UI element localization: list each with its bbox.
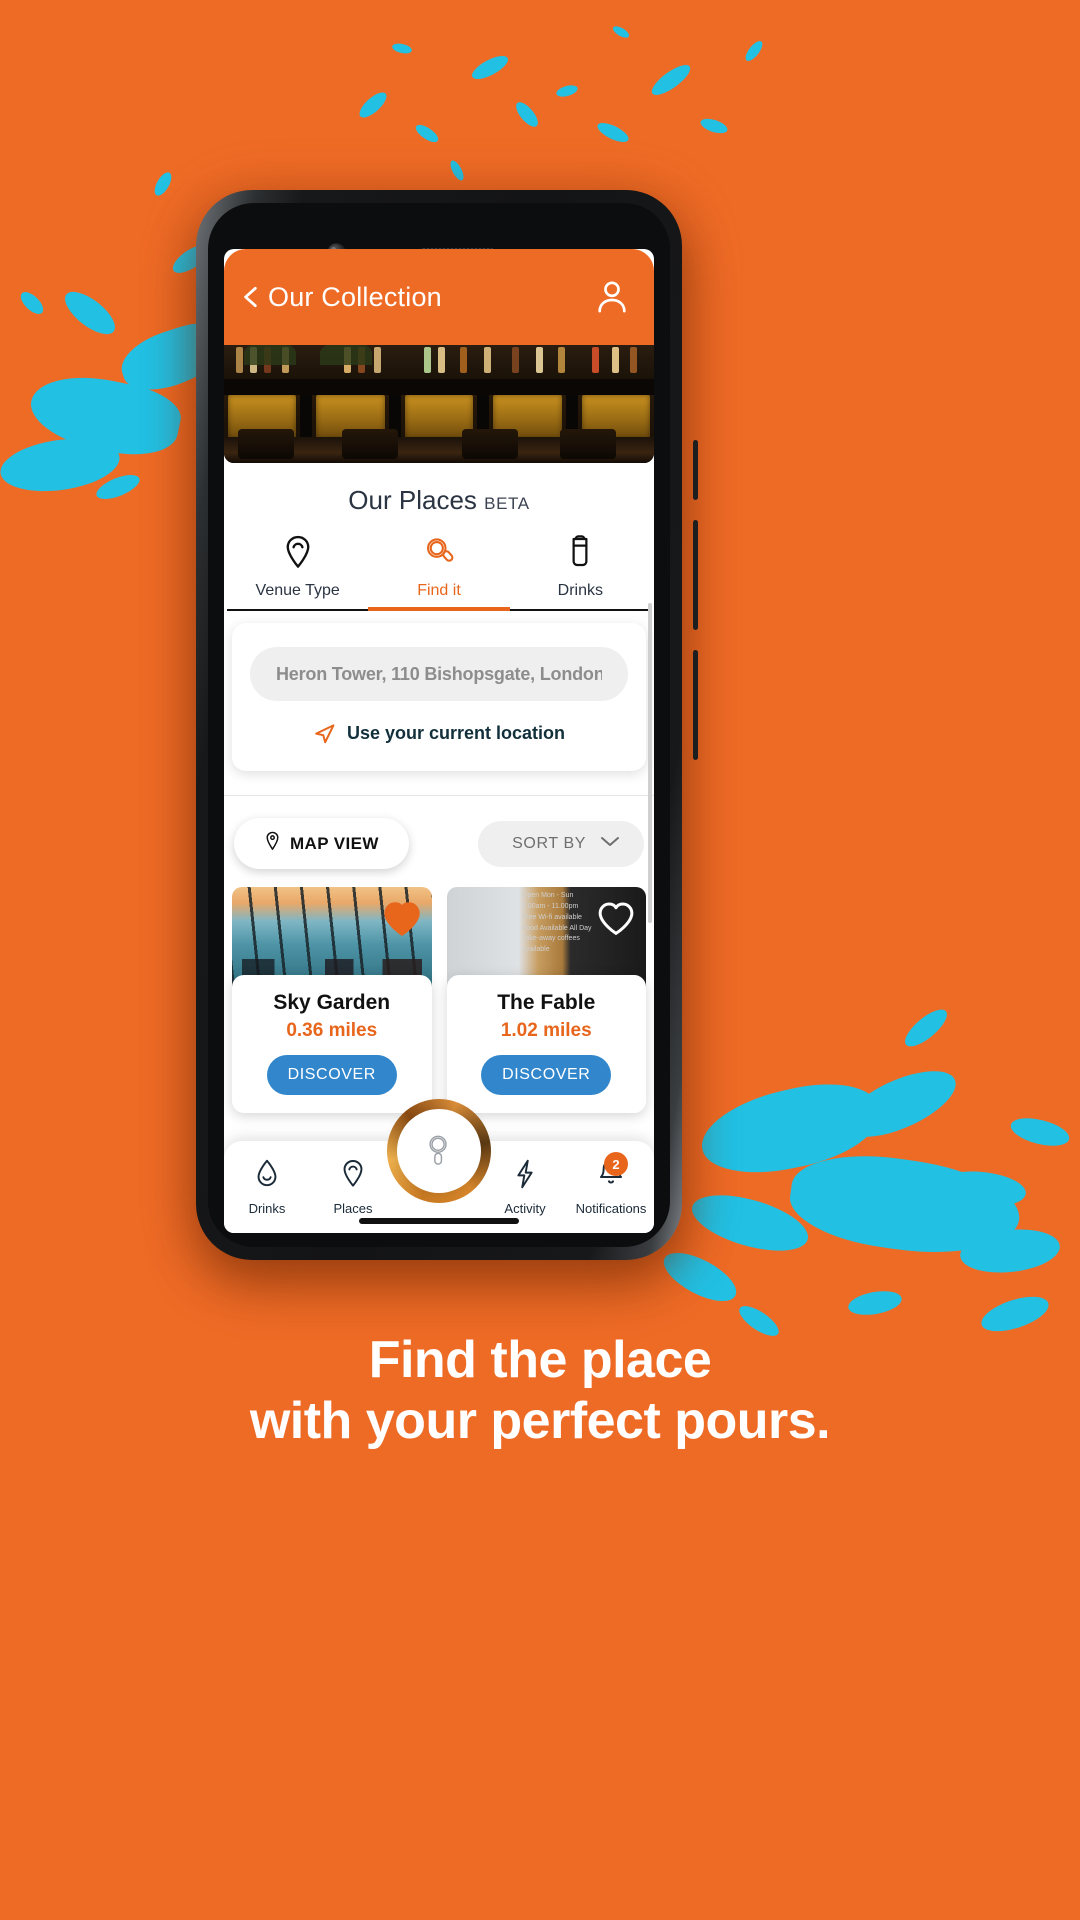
venue-card[interactable]: Sky Garden 0.36 miles DISCOVER bbox=[232, 887, 432, 1113]
section-title-text: Our Places bbox=[348, 485, 477, 515]
use-current-location-button[interactable]: Use your current location bbox=[250, 721, 628, 745]
nav-item-activity[interactable]: Activity bbox=[482, 1158, 568, 1216]
heart-outline-icon[interactable] bbox=[596, 899, 636, 939]
tab-bar: Venue Type Find it Drinks bbox=[227, 530, 651, 611]
chevron-down-icon bbox=[600, 835, 620, 853]
app-header: Our Collection bbox=[224, 249, 654, 345]
magnifier-icon bbox=[422, 1130, 456, 1173]
tagline-line-1: Find the place bbox=[368, 1331, 712, 1389]
map-view-button[interactable]: MAP VIEW bbox=[234, 818, 409, 869]
venue-info: The Fable 1.02 miles DISCOVER bbox=[446, 975, 646, 1113]
venue-distance: 1.02 miles bbox=[500, 1020, 592, 1041]
venue-info: Sky Garden 0.36 miles DISCOVER bbox=[232, 975, 432, 1113]
magnifier-icon bbox=[422, 534, 456, 575]
nav-label: Activity bbox=[504, 1201, 546, 1216]
nav-label: Places bbox=[333, 1201, 373, 1216]
tab-find-it[interactable]: Find it bbox=[368, 530, 510, 611]
map-view-label: MAP VIEW bbox=[290, 833, 379, 853]
nav-label: Drinks bbox=[248, 1201, 286, 1216]
section-title: Our Places BETA bbox=[224, 463, 654, 530]
search-panel: Use your current location bbox=[232, 623, 646, 771]
nav-item-drinks[interactable]: Drinks bbox=[224, 1158, 310, 1216]
beer-glass-icon bbox=[563, 534, 597, 575]
phone-side-button bbox=[693, 440, 698, 500]
venue-name: Sky Garden bbox=[273, 991, 391, 1014]
chevron-left-icon[interactable] bbox=[238, 284, 264, 310]
map-pin-icon bbox=[264, 831, 281, 856]
search-fab-button[interactable] bbox=[397, 1109, 481, 1193]
tagline: Find the place with your perfect pours. bbox=[0, 1330, 1080, 1453]
nav-item-notifications[interactable]: 2 Notifications bbox=[568, 1152, 654, 1216]
tab-label: Venue Type bbox=[255, 582, 340, 599]
map-pin-icon bbox=[339, 1158, 367, 1195]
phone-side-button bbox=[693, 520, 698, 630]
venue-card[interactable]: Open Mon - Sun 9.00am - 11.00pm Free Wi-fi… bbox=[446, 887, 646, 1113]
droplet-icon bbox=[253, 1158, 281, 1195]
app-screen: Our Collection Our Places BETA Venue Typ… bbox=[224, 249, 654, 1233]
discover-button[interactable]: DISCOVER bbox=[481, 1055, 612, 1095]
tab-drinks[interactable]: Drinks bbox=[510, 530, 651, 609]
notification-badge: 2 bbox=[604, 1152, 628, 1176]
bottom-navigation-bar: Drinks Places Activity 2 Notifications bbox=[224, 1099, 654, 1233]
discover-button[interactable]: DISCOVER bbox=[266, 1055, 397, 1095]
content-scroll-area[interactable]: Our Places BETA Venue Type Find it Drink… bbox=[224, 463, 654, 1141]
search-input[interactable] bbox=[250, 647, 628, 701]
venue-name: The Fable bbox=[497, 991, 596, 1014]
venue-image bbox=[232, 887, 432, 987]
lightning-bolt-icon bbox=[511, 1158, 539, 1195]
phone-mockup: Our Collection Our Places BETA Venue Typ… bbox=[196, 190, 698, 1260]
heart-filled-icon[interactable] bbox=[382, 899, 422, 939]
map-pin-icon bbox=[281, 534, 315, 575]
sort-by-label: SORT BY bbox=[512, 834, 586, 852]
filter-row: MAP VIEW SORT BY bbox=[224, 796, 654, 887]
tab-label: Find it bbox=[417, 582, 461, 599]
tagline-line-2: with your perfect pours. bbox=[249, 1392, 831, 1451]
tab-venue-type[interactable]: Venue Type bbox=[227, 530, 368, 609]
venue-image: Open Mon - Sun 9.00am - 11.00pm Free Wi-fi… bbox=[446, 887, 646, 987]
person-icon[interactable] bbox=[592, 277, 632, 317]
beta-badge: BETA bbox=[484, 494, 530, 513]
home-indicator bbox=[359, 1218, 519, 1224]
use-current-location-label: Use your current location bbox=[346, 722, 566, 743]
vertical-scrollbar[interactable] bbox=[648, 603, 652, 923]
navigation-arrow-icon bbox=[313, 721, 337, 745]
nav-item-places[interactable]: Places bbox=[310, 1158, 396, 1216]
page-title: Our Collection bbox=[268, 281, 442, 312]
sort-by-dropdown[interactable]: SORT BY bbox=[478, 820, 644, 867]
venue-distance: 0.36 miles bbox=[286, 1020, 378, 1041]
venue-card-list: Sky Garden 0.36 miles DISCOVER Open Mon … bbox=[224, 887, 654, 1113]
hero-image bbox=[224, 345, 654, 463]
phone-side-button bbox=[693, 650, 698, 760]
nav-label: Notifications bbox=[575, 1201, 647, 1216]
tab-label: Drinks bbox=[557, 582, 603, 599]
